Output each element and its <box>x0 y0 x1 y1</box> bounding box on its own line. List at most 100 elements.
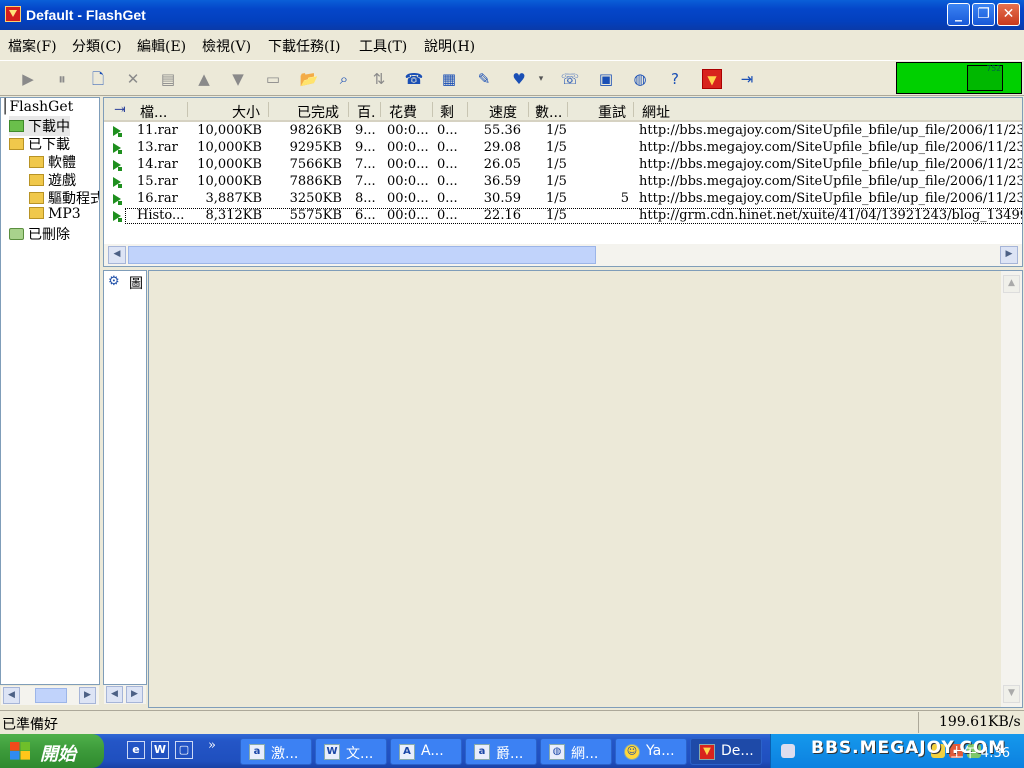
menu-view[interactable]: 檢視(V) <box>202 36 251 56</box>
monitor-icon[interactable]: ⇅ <box>369 69 389 89</box>
restore-icon: ❐ <box>977 6 990 22</box>
help-icon[interactable]: ? <box>665 69 685 89</box>
scroll-thumb[interactable] <box>128 246 596 264</box>
menu-file[interactable]: 檔案(F) <box>8 36 57 56</box>
tree-item-deleted[interactable]: 已刪除 <box>9 224 70 244</box>
column-percent[interactable]: 百. <box>357 102 375 122</box>
tree-item-downloading[interactable]: 下載中 <box>9 116 70 136</box>
list-horizontal-scrollbar[interactable]: ◀ ▶ <box>104 244 1022 266</box>
scroll-up-icon[interactable]: ▲ <box>1003 275 1020 293</box>
properties-icon[interactable]: ▤ <box>158 69 178 89</box>
menu-edit[interactable]: 編輯(E) <box>137 36 186 56</box>
find-icon[interactable]: ⌕ <box>334 69 354 89</box>
taskbar-button[interactable]: W 文... <box>315 738 387 765</box>
explore-icon[interactable]: ◍ <box>630 69 650 89</box>
edit-icon[interactable]: ✎ <box>474 69 494 89</box>
menu-download-tasks[interactable]: 下載任務(I) <box>268 36 340 56</box>
column-divider[interactable] <box>187 102 188 117</box>
taskbar-button[interactable]: A A... <box>390 738 462 765</box>
scroll-left-icon[interactable]: ◀ <box>106 686 123 703</box>
magnet-icon[interactable]: ♥ <box>509 69 529 89</box>
move-down-icon[interactable]: ▼ <box>228 69 248 89</box>
scroll-right-icon[interactable]: ▶ <box>1000 246 1018 264</box>
taskbar-button-active[interactable]: ▼ De... <box>690 738 762 765</box>
table-row[interactable]: 14.rar 10,000KB 7566KB 7... 00:0... 0...… <box>104 157 1022 174</box>
column-retry[interactable]: 重試 <box>598 102 626 122</box>
flashget-logo-icon[interactable]: ▼ <box>702 69 722 89</box>
status-column-icon[interactable]: ⇥ <box>114 102 126 118</box>
flashget-app-icon[interactable] <box>5 6 21 22</box>
menu-category[interactable]: 分類(C) <box>72 36 122 56</box>
column-remaining[interactable]: 剩 <box>440 102 454 122</box>
move-up-icon[interactable]: ▲ <box>194 69 214 89</box>
speed-graph[interactable]: 752 <box>896 62 1022 94</box>
dropdown-icon[interactable]: ▾ <box>536 69 546 89</box>
table-row-selected[interactable]: Histo... 8,312KB 5575KB 6... 00:0... 0..… <box>104 208 1022 225</box>
scroll-down-icon[interactable]: ▼ <box>1003 685 1020 703</box>
graph-tab[interactable]: 圖 <box>129 273 143 293</box>
detail-tabs-scrollbar[interactable]: ◀ ▶ <box>104 685 146 704</box>
quicklaunch-more[interactable]: » <box>208 738 216 753</box>
start-icon[interactable]: ▶ <box>18 69 38 89</box>
menu-tools[interactable]: 工具(T) <box>359 36 407 56</box>
web-icon[interactable]: ▣ <box>596 69 616 89</box>
column-divider[interactable] <box>380 102 381 117</box>
tree-item-software[interactable]: 軟體 <box>29 152 76 172</box>
cell-completed: 9826KB <box>289 123 342 138</box>
taskbar-button[interactable]: ◍ 網... <box>540 738 612 765</box>
column-completed[interactable]: 已完成 <box>297 102 339 122</box>
menu-help[interactable]: 說明(H) <box>424 36 475 56</box>
info-tab-icon[interactable]: ⚙ <box>108 274 120 289</box>
column-divider[interactable] <box>567 102 568 117</box>
keyboard-icon[interactable] <box>781 744 795 758</box>
scroll-thumb[interactable] <box>35 688 67 703</box>
dial-icon[interactable]: ☎ <box>404 69 424 89</box>
detail-vertical-scrollbar[interactable]: ▲ ▼ <box>1001 271 1022 707</box>
column-elapsed[interactable]: 花費 <box>389 102 417 122</box>
tree-item-mp3[interactable]: MP3 <box>29 206 81 222</box>
hangup-icon[interactable]: ☏ <box>560 69 580 89</box>
tree-item-downloaded[interactable]: 已下載 <box>9 134 70 154</box>
new-icon[interactable]: 🗋 <box>88 69 108 89</box>
pause-icon[interactable]: ⏸ <box>52 69 72 89</box>
tree-root[interactable]: │FlashGet <box>1 99 73 115</box>
taskbar-button[interactable]: a 激... <box>240 738 312 765</box>
taskbar-button[interactable]: ☺ Ya... <box>615 738 687 765</box>
scroll-right-icon[interactable]: ▶ <box>79 687 96 704</box>
open-folder-icon[interactable]: 📂 <box>299 69 319 89</box>
column-divider[interactable] <box>268 102 269 117</box>
column-url[interactable]: 網址 <box>642 102 670 122</box>
column-speed[interactable]: 速度 <box>489 102 517 122</box>
restore-button[interactable]: ❐ <box>972 3 995 26</box>
column-filename[interactable]: 檔... <box>140 102 167 122</box>
table-row[interactable]: 16.rar 3,887KB 3250KB 8... 00:0... 0... … <box>104 191 1022 208</box>
scroll-left-icon[interactable]: ◀ <box>108 246 126 264</box>
table-row[interactable]: 11.rar 10,000KB 9826KB 9... 00:0... 0...… <box>104 123 1022 140</box>
exit-icon[interactable]: ⇥ <box>737 69 757 89</box>
schedule-icon[interactable]: ▦ <box>439 69 459 89</box>
cell-blocks: 1/5 <box>546 140 567 155</box>
delete-icon[interactable]: ✕ <box>123 69 143 89</box>
scroll-right-icon[interactable]: ▶ <box>126 686 143 703</box>
column-divider[interactable] <box>467 102 468 117</box>
quicklaunch-ie-icon[interactable]: e <box>127 741 145 759</box>
column-blocks[interactable]: 數... <box>535 102 562 122</box>
column-size[interactable]: 大小 <box>232 102 260 122</box>
start-button[interactable]: 開始 <box>0 734 104 768</box>
tree-item-games[interactable]: 遊戲 <box>29 170 76 190</box>
tree-horizontal-scrollbar[interactable]: ◀ ▶ <box>1 686 99 705</box>
column-divider[interactable] <box>528 102 529 117</box>
table-row[interactable]: 15.rar 10,000KB 7886KB 7... 00:0... 0...… <box>104 174 1022 191</box>
tree-item-drivers[interactable]: 驅動程式 <box>29 188 99 208</box>
column-divider[interactable] <box>348 102 349 117</box>
column-divider[interactable] <box>432 102 433 117</box>
taskbar-button[interactable]: a 爵... <box>465 738 537 765</box>
table-row[interactable]: 13.rar 10,000KB 9295KB 9... 00:0... 0...… <box>104 140 1022 157</box>
minimize-button[interactable]: _ <box>947 3 970 26</box>
category-icon[interactable]: ▭ <box>263 69 283 89</box>
quicklaunch-desktop-icon[interactable]: ▢ <box>175 741 193 759</box>
scroll-left-icon[interactable]: ◀ <box>3 687 20 704</box>
quicklaunch-word-icon[interactable]: W <box>151 741 169 759</box>
column-divider[interactable] <box>633 102 634 117</box>
close-button[interactable]: ✕ <box>997 3 1020 26</box>
